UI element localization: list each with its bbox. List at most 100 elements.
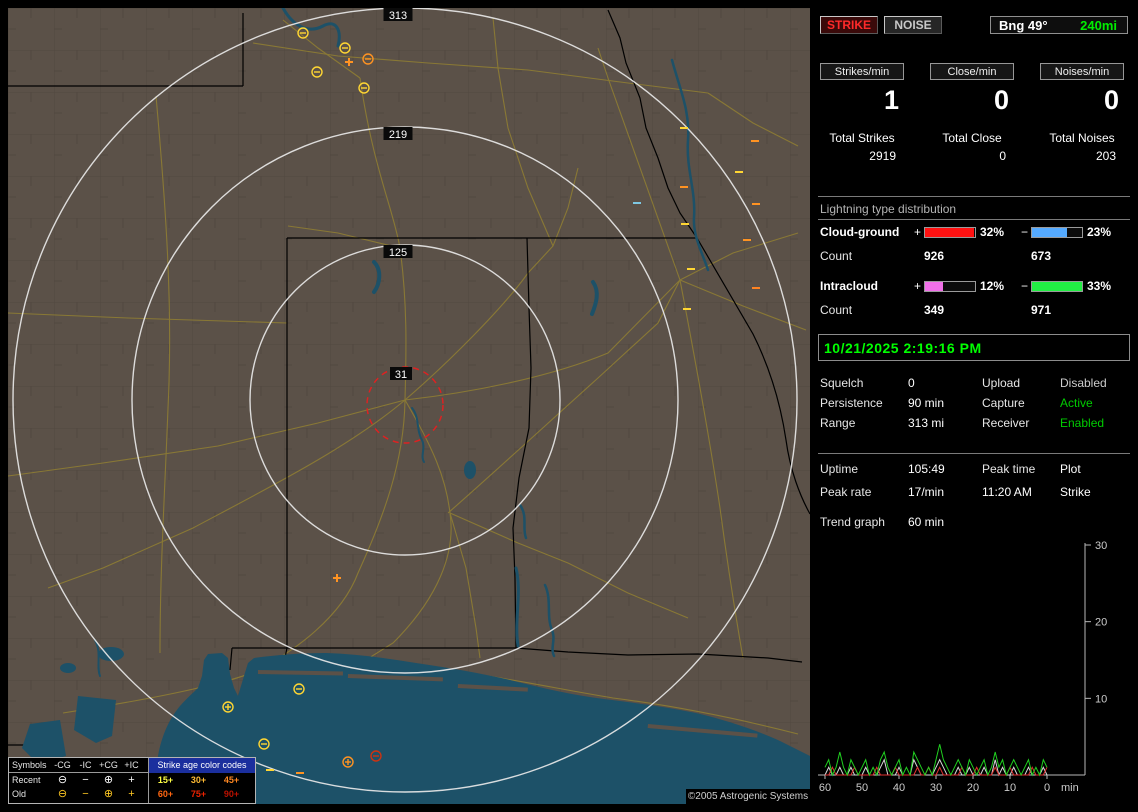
total-close-label: Total Close	[930, 131, 1014, 145]
svg-text:50: 50	[856, 782, 868, 794]
plot-label: Plot	[1060, 462, 1081, 476]
status-panel: STRIKE NOISE Bng 49° 240mi Strikes/min C…	[818, 0, 1130, 812]
cg-plus-sign: +	[914, 225, 921, 239]
strike-mode-button[interactable]: STRIKE	[820, 16, 878, 34]
cg-neg-old-icon: ⊖	[51, 789, 74, 800]
cg-negative-pct: 23%	[1087, 225, 1111, 239]
trend-graph-label: Trend graph	[820, 515, 885, 529]
cg-neg-recent-icon: ⊖	[51, 775, 74, 786]
cg-negative-count: 673	[1031, 249, 1051, 263]
separator	[818, 196, 1130, 197]
ic-plus-sign: +	[914, 279, 921, 293]
svg-text:10: 10	[1004, 782, 1016, 794]
map-svg[interactable]: 313 219 125 31	[8, 8, 810, 804]
total-noises-label: Total Noises	[1040, 131, 1124, 145]
cg-pos-recent-icon: ⊕	[97, 775, 120, 786]
intracloud-label: Intracloud	[820, 279, 878, 293]
uptime-label: Uptime	[820, 462, 858, 476]
cg-negative-bar-fill	[1032, 228, 1067, 237]
age-45: 45+	[215, 775, 248, 785]
legend-recent-label: Recent	[9, 775, 51, 785]
persistence-value: 90 min	[908, 396, 944, 410]
svg-text:219: 219	[389, 129, 407, 141]
svg-text:0: 0	[1044, 782, 1050, 794]
peak-time-label: Peak time	[982, 462, 1035, 476]
age-60: 60+	[149, 789, 182, 799]
ic-count-label: Count	[820, 303, 852, 317]
datetime-text: 10/21/2025 2:19:16 PM	[824, 340, 982, 356]
age-90: 90+	[215, 789, 248, 799]
strikes-per-min-header: Strikes/min	[820, 63, 904, 80]
legend-col-ic-pos: +IC	[120, 760, 143, 770]
strike-legend: Symbols -CG -IC +CG +IC Recent ⊖ − ⊕ + O…	[8, 757, 256, 804]
strikes-per-min-value: 1	[820, 85, 904, 116]
legend-symbols-section: Symbols -CG -IC +CG +IC Recent ⊖ − ⊕ + O…	[9, 758, 149, 803]
squelch-value: 0	[908, 376, 915, 390]
datetime-display: 10/21/2025 2:19:16 PM	[818, 334, 1130, 361]
legend-symbols-title: Symbols	[9, 760, 51, 770]
capture-status: Active	[1060, 396, 1093, 410]
range-value: 313 mi	[908, 416, 944, 430]
legend-col-cg-neg: -CG	[51, 760, 74, 770]
ic-pos-old-icon: +	[120, 789, 143, 800]
close-per-min-value: 0	[930, 85, 1014, 116]
capture-label: Capture	[982, 396, 1025, 410]
upload-status: Disabled	[1060, 376, 1107, 390]
uptime-value: 105:49	[908, 462, 945, 476]
legend-old-label: Old	[9, 789, 51, 799]
ic-negative-bar-fill	[1032, 282, 1082, 291]
range-label: Range	[820, 416, 855, 430]
svg-text:60: 60	[819, 782, 831, 794]
legend-col-ic-neg: -IC	[74, 760, 97, 770]
ic-neg-recent-icon: −	[74, 775, 97, 786]
plot-mode-value: Strike	[1060, 485, 1091, 499]
cg-count-label: Count	[820, 249, 852, 263]
squelch-label: Squelch	[820, 376, 863, 390]
trend-graph: 30 20 10 60 50 40 30 20 10 0 min	[818, 535, 1130, 805]
peak-time-value: 11:20 AM	[982, 485, 1032, 499]
separator	[818, 453, 1130, 454]
ic-positive-count: 349	[924, 303, 944, 317]
ic-positive-bar	[924, 281, 976, 292]
svg-text:20: 20	[1095, 617, 1107, 629]
ic-neg-old-icon: −	[74, 789, 97, 800]
distribution-title: Lightning type distribution	[820, 202, 956, 216]
svg-text:10: 10	[1095, 693, 1107, 705]
bearing-range-display[interactable]: Bng 49° 240mi	[990, 16, 1128, 34]
total-strikes-label: Total Strikes	[820, 131, 904, 145]
cg-positive-pct: 32%	[980, 225, 1004, 239]
noise-mode-button[interactable]: NOISE	[884, 16, 942, 34]
total-noises-value: 203	[1040, 149, 1124, 163]
svg-text:31: 31	[395, 369, 407, 381]
trend-graph-window: 60 min	[908, 515, 944, 529]
ic-negative-bar	[1031, 281, 1083, 292]
ic-minus-sign: −	[1021, 279, 1028, 293]
svg-text:min: min	[1061, 782, 1079, 794]
persistence-label: Persistence	[820, 396, 883, 410]
ic-negative-pct: 33%	[1087, 279, 1111, 293]
cloud-ground-label: Cloud-ground	[820, 225, 899, 239]
cg-negative-bar	[1031, 227, 1083, 238]
svg-text:40: 40	[893, 782, 905, 794]
ic-positive-pct: 12%	[980, 279, 1004, 293]
age-15: 15+	[149, 775, 182, 785]
bearing-readout: Bng 49°	[999, 18, 1048, 33]
upload-label: Upload	[982, 376, 1020, 390]
range-readout: 240mi	[1080, 18, 1117, 33]
cg-positive-bar	[924, 227, 976, 238]
svg-text:313: 313	[389, 10, 407, 22]
noises-per-min-header: Noises/min	[1040, 63, 1124, 80]
svg-text:20: 20	[967, 782, 979, 794]
svg-text:30: 30	[1095, 540, 1107, 552]
cg-positive-count: 926	[924, 249, 944, 263]
total-strikes-value: 2919	[820, 149, 904, 163]
lightning-map[interactable]: 313 219 125 31 Symbols -CG -IC +CG +IC Rece…	[8, 8, 810, 804]
receiver-status: Enabled	[1060, 416, 1104, 430]
legend-age-title: Strike age color codes	[149, 758, 255, 773]
age-75: 75+	[182, 789, 215, 799]
svg-text:30: 30	[930, 782, 942, 794]
svg-text:125: 125	[389, 247, 407, 259]
cg-minus-sign: −	[1021, 225, 1028, 239]
cg-positive-bar-fill	[925, 228, 974, 237]
legend-age-section: Strike age color codes 15+ 30+ 45+ 60+ 7…	[149, 758, 255, 803]
